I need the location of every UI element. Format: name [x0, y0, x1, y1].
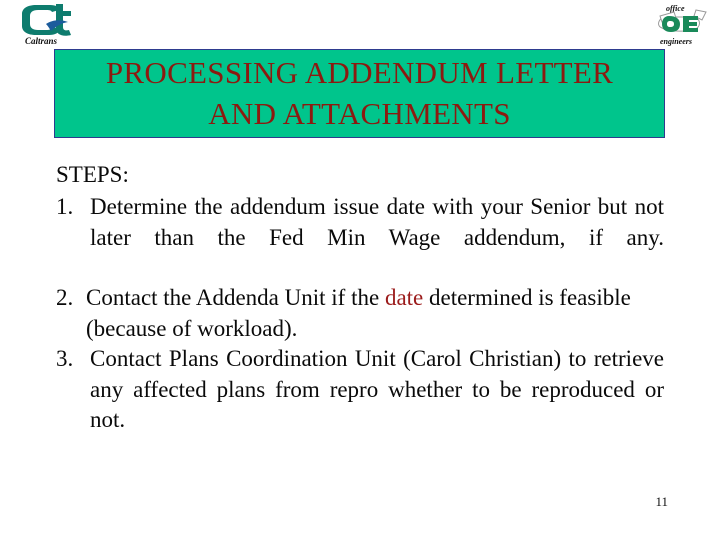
list-item-number: 3. — [56, 346, 74, 372]
caltrans-logo: Caltrans — [16, 2, 78, 46]
list-item-text: Contact the Addenda Unit if the date det… — [86, 283, 664, 344]
page-number: 11 — [655, 494, 668, 509]
svg-text:Caltrans: Caltrans — [25, 36, 58, 46]
list-item-text-part: Contact Plans Coordination Unit (Carol C… — [90, 346, 664, 432]
office-engineers-logo: office engineers — [650, 2, 712, 46]
list-item: 1. Determine the addendum issue date wit… — [56, 192, 664, 283]
list-item-number: 2. — [56, 285, 74, 311]
list-item-text: Contact Plans Coordination Unit (Carol C… — [90, 344, 664, 465]
list-item-text-part: Determine the addendum issue date with y… — [90, 194, 664, 250]
list-item-text-part: Contact the Addenda Unit if the — [86, 285, 385, 311]
list-item: 2. Contact the Addenda Unit if the date … — [56, 283, 664, 344]
list-item-text: Determine the addendum issue date with y… — [90, 192, 664, 283]
svg-text:office: office — [666, 4, 685, 13]
slide-body: STEPS: 1. Determine the addendum issue d… — [56, 160, 664, 466]
list-item-number: 1. — [56, 194, 74, 220]
page-title: PROCESSING ADDENDUM LETTER AND ATTACHMEN… — [105, 54, 614, 131]
steps-label: STEPS: — [56, 162, 129, 187]
slide-title-banner: PROCESSING ADDENDUM LETTER AND ATTACHMEN… — [54, 49, 665, 138]
svg-text:engineers: engineers — [660, 37, 692, 46]
list-item: 3. Contact Plans Coordination Unit (Caro… — [56, 344, 664, 465]
highlighted-word: date — [384, 285, 424, 311]
